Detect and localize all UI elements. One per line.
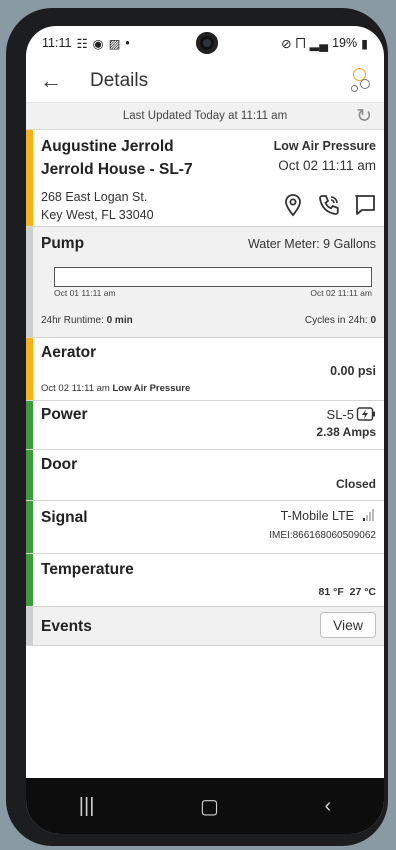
pump-status-bar <box>26 227 33 337</box>
timeline-start: Oct 01 11:11 am <box>54 288 116 298</box>
runtime-label: 24hr Runtime: <box>41 315 107 326</box>
power-label: Power <box>41 406 88 423</box>
battery-charging-icon <box>356 406 376 427</box>
door-status-bar <box>26 450 33 500</box>
door-label: Door <box>41 456 78 473</box>
signal-status-bar <box>26 501 33 553</box>
refresh-icon[interactable]: ↻ <box>356 105 372 128</box>
power-card: Power SL-5 2.38 Amps <box>26 401 384 450</box>
aerator-card: Aerator 0.00 psi Oct 02 11:11 am Low Air… <box>26 338 384 401</box>
temperature-status-bar <box>26 554 33 606</box>
phone-frame: 11:11 ☷ ◉ ▨ • ⊘ ⨅ ▂▄ 19% ▮ ← Details Las… <box>6 8 388 846</box>
mute-icon: ⊘ <box>281 36 292 51</box>
events-label: Events <box>41 618 92 635</box>
phone-call-icon[interactable] <box>316 192 342 223</box>
site-card: Augustine Jerrold Jerrold House - SL-7 2… <box>26 130 384 227</box>
cycles: Cycles in 24h: 0 <box>305 315 376 326</box>
last-updated-bar: Last Updated Today at 11:11 am ↻ <box>26 103 384 130</box>
last-updated-text: Last Updated Today at 11:11 am <box>122 110 288 122</box>
power-status-bar <box>26 401 33 449</box>
site-name: Jerrold House - SL-7 <box>41 161 193 178</box>
aerator-status-time: Oct 02 11:11 am <box>41 383 113 394</box>
nav-back-icon[interactable]: ‹ <box>325 795 332 818</box>
cycles-value: 0 <box>370 315 376 326</box>
signal-card: Signal T-Mobile LTE IMEI:866168060509062 <box>26 501 384 554</box>
alarm-time: Oct 02 11:11 am <box>278 158 376 173</box>
pump-card: Pump Water Meter: 9 Gallons Oct 01 11:11… <box>26 227 384 338</box>
temperature-f: 81 °F <box>318 586 344 598</box>
battery-level: 19% <box>332 36 358 50</box>
signal-strength-icon <box>363 507 374 521</box>
runtime: 24hr Runtime: 0 min <box>41 315 133 326</box>
door-card: Door Closed <box>26 450 384 501</box>
aerator-status-bar <box>26 338 33 400</box>
app-logo-icon <box>348 68 370 94</box>
temperature-c: 27 °C <box>349 586 376 598</box>
alarm-status-bar <box>26 130 33 226</box>
signal-carrier: T-Mobile LTE <box>280 509 354 523</box>
android-nav-bar: ||| ▢ ‹ <box>26 778 384 834</box>
recent-apps-icon[interactable]: ||| <box>79 795 95 818</box>
status-bar: 11:11 ☷ ◉ ▨ • ⊘ ⨅ ▂▄ 19% ▮ <box>26 26 384 60</box>
timeline-end: Oct 02 11:11 am <box>310 288 372 298</box>
address-line-1: 268 East Logan St. <box>41 190 148 204</box>
pump-timeline <box>54 267 372 287</box>
aerator-pressure: 0.00 psi <box>330 364 376 378</box>
app-bar: ← Details <box>26 60 384 103</box>
aerator-status: Oct 02 11:11 am Low Air Pressure <box>41 383 190 394</box>
wifi-icon: ⨅ <box>295 35 306 50</box>
water-meter: Water Meter: 9 Gallons <box>247 237 376 251</box>
more-dot-icon: • <box>125 36 130 50</box>
signal-label: Signal <box>41 509 88 526</box>
front-camera <box>196 32 218 54</box>
pump-label: Pump <box>41 235 85 252</box>
app-notification-icon: ◉ <box>92 36 104 51</box>
aerator-label: Aerator <box>41 344 97 361</box>
temperature-card: Temperature 81 °F 27 °C <box>26 554 384 607</box>
address-line-2: Key West, FL 33040 <box>41 208 154 222</box>
back-arrow-icon[interactable]: ← <box>40 68 68 94</box>
temperature-value: 81 °F 27 °C <box>319 586 376 598</box>
power-amps: 2.38 Amps <box>316 425 376 439</box>
runtime-value: 0 min <box>106 315 133 326</box>
events-card: Events View <box>26 607 384 646</box>
screen: 11:11 ☷ ◉ ▨ • ⊘ ⨅ ▂▄ 19% ▮ ← Details Las… <box>26 26 384 834</box>
temperature-label: Temperature <box>41 561 134 578</box>
image-notification-icon: ▨ <box>108 36 121 51</box>
cycles-label: Cycles in 24h: <box>304 315 371 326</box>
cell-signal-icon: ▂▄ <box>309 36 329 51</box>
battery-icon: ▮ <box>361 36 368 51</box>
power-source: SL-5 <box>326 407 354 422</box>
grid-notification-icon: ☷ <box>76 36 88 51</box>
events-status-bar <box>26 607 33 645</box>
signal-imei: IMEI:866168060509062 <box>269 530 376 541</box>
door-value: Closed <box>335 477 376 491</box>
message-icon[interactable] <box>352 192 378 223</box>
view-events-button[interactable]: View <box>320 612 376 638</box>
map-pin-icon[interactable] <box>280 192 306 223</box>
alarm-label: Low Air Pressure <box>273 139 376 153</box>
status-time: 11:11 <box>42 36 72 50</box>
page-title: Details <box>90 70 149 91</box>
customer-name: Augustine Jerrold <box>41 138 174 155</box>
home-icon[interactable]: ▢ <box>200 794 219 819</box>
aerator-status-text: Low Air Pressure <box>112 383 191 394</box>
